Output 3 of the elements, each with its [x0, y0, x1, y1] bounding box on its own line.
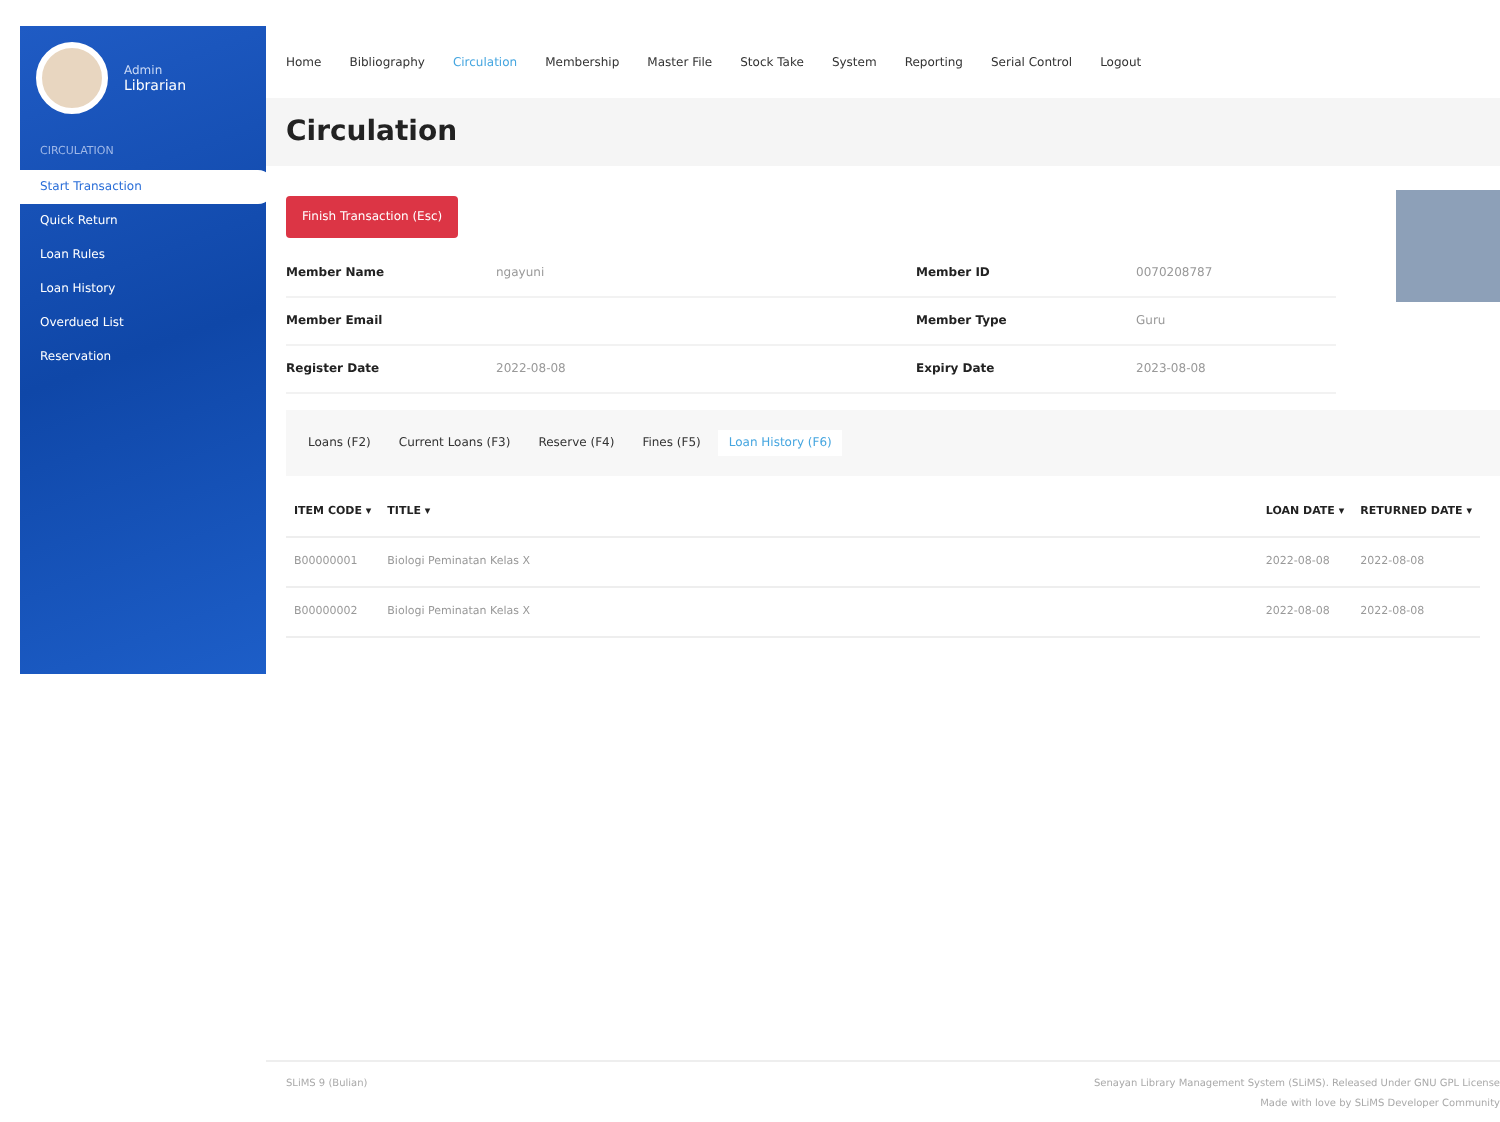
photo-placeholder	[1396, 190, 1500, 302]
page-title: Circulation	[286, 116, 460, 148]
avatar	[36, 42, 108, 114]
